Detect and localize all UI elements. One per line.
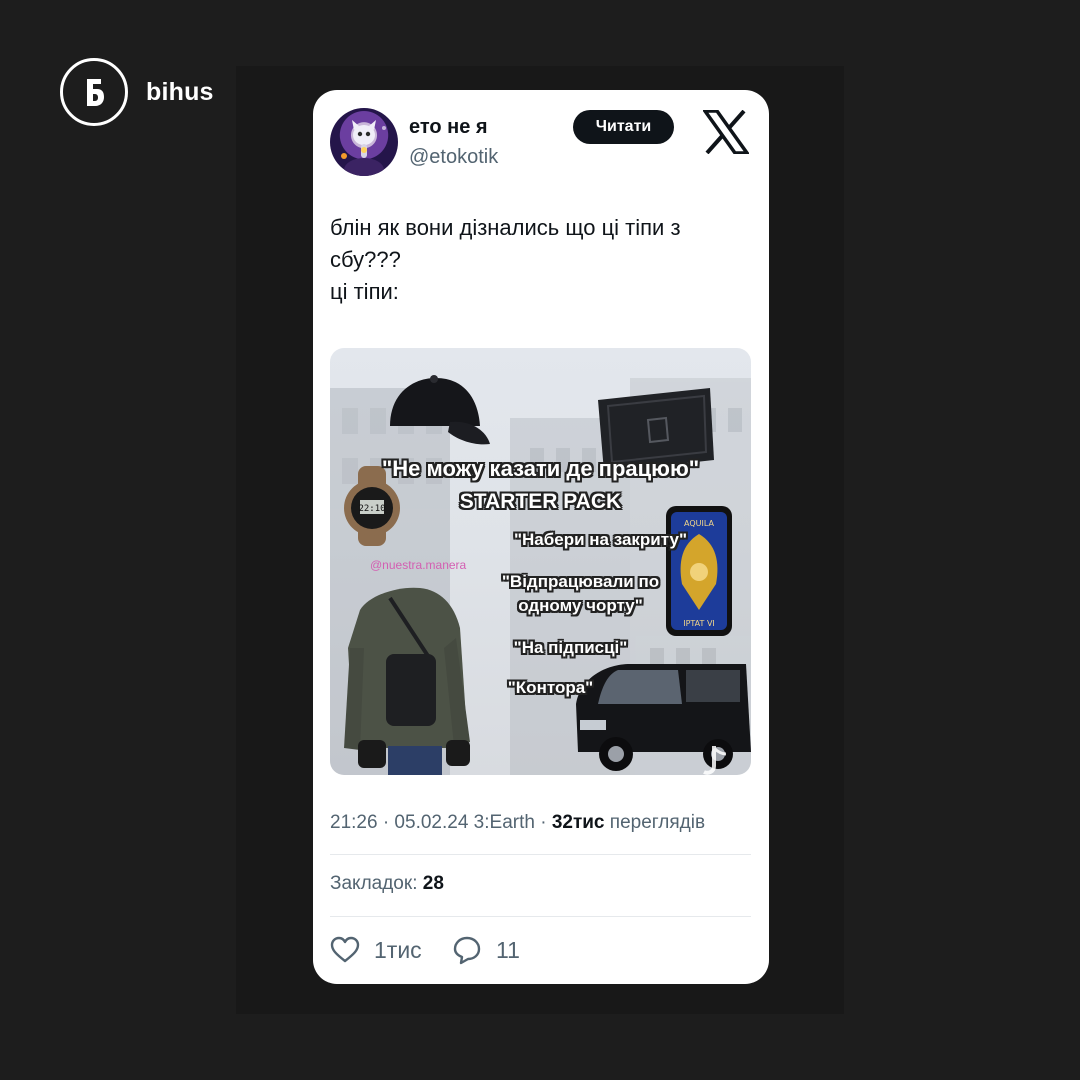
bookmarks: Закладок: 28 [330, 873, 444, 895]
tweet-meta: 21:26 · 05.02.24 3:Earth · 32тис перегля… [330, 812, 705, 834]
heart-icon[interactable] [330, 935, 360, 965]
meme-quote: "Набери на закриту" [513, 530, 688, 549]
tweet-card: ето не я @etokotik Читати блін як вони д… [313, 90, 769, 984]
bookmarks-label: Закладок: [330, 873, 423, 894]
like-action[interactable]: 1тис [330, 935, 422, 965]
views-label: переглядів [604, 812, 706, 833]
tweet-text-line: ці тіпи: [330, 279, 399, 304]
meme-quote: "Контора" [507, 678, 594, 697]
badge-bottom-label: IPTAT VI [683, 619, 715, 628]
tweet-text-line: блін як вони дізнались що ці тіпи з [330, 215, 681, 240]
bookmarks-count: 28 [422, 873, 444, 894]
tweet-image[interactable]: 22:10 AQUILA IPTAT VI "Не можу казати де… [330, 348, 751, 775]
meme-subtitle: STARTER PACK [459, 490, 622, 513]
avatar[interactable] [330, 108, 398, 176]
phone-badge-image: AQUILA IPTAT VI [666, 506, 732, 636]
x-logo-icon[interactable] [703, 110, 749, 154]
reply-action[interactable]: 11 [452, 935, 520, 965]
display-name[interactable]: ето не я [409, 116, 488, 139]
page: bihus ето не я @etokotik Читати блін як … [0, 0, 1080, 1080]
meme-quote: "На підписці" [513, 638, 628, 657]
reply-count: 11 [496, 936, 520, 963]
meme-title: "Не можу казати де працюю" [381, 456, 700, 481]
speech-bubble-icon[interactable] [452, 935, 482, 965]
badge-top-label: AQUILA [684, 519, 714, 528]
meme-quote: "Відпрацювали по [501, 572, 660, 591]
follow-button[interactable]: Читати [573, 110, 674, 144]
tweet-text-line: сбу??? [330, 247, 401, 272]
timestamp[interactable]: 21:26 · 05.02.24 3:Earth · [330, 812, 552, 833]
bihus-logo-icon [60, 58, 128, 126]
meme-quote: одному чорту" [518, 596, 643, 615]
like-count: 1тис [374, 936, 422, 963]
divider [330, 916, 751, 917]
brand-name: bihus [146, 77, 214, 106]
tweet-text: блін як вони дізнались що ці тіпи з сбу?… [330, 212, 750, 308]
avatar-cat-figure [341, 120, 386, 176]
user-handle[interactable]: @etokotik [409, 146, 498, 169]
divider [330, 854, 751, 855]
brand: bihus [60, 58, 214, 126]
views-count: 32тис [551, 812, 605, 833]
bihus-logo-glyph [87, 79, 104, 106]
watermark: @nuestra.manera [370, 558, 467, 572]
